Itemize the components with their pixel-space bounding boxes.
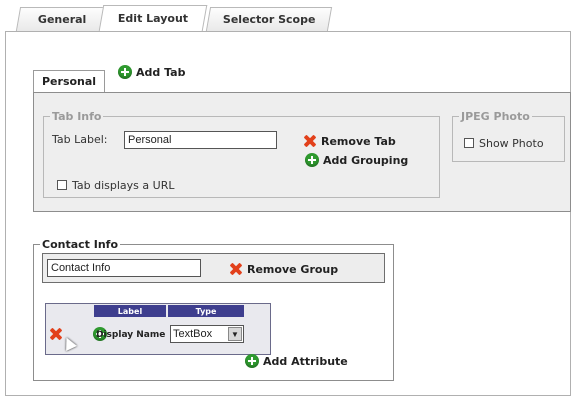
jpeg-photo-legend: JPEG Photo [461,110,530,123]
attribute-type-value: TextBox [173,328,213,340]
attribute-type-select[interactable]: TextBox ▼ [170,325,244,343]
add-icon [305,153,319,167]
add-grouping-label: Add Grouping [323,153,409,167]
add-grouping-button[interactable]: Add Grouping [305,153,408,167]
contact-info-legend: Contact Info [42,238,119,251]
tab-selector-scope-label: Selector Scope [222,13,316,26]
remove-tab-button[interactable]: Remove Tab [303,134,396,148]
remove-group-label: Remove Group [247,262,339,276]
remove-tab-label: Remove Tab [321,134,396,148]
add-icon [118,65,132,79]
attribute-label-cell: Display Name [96,330,166,340]
add-tab-button[interactable]: Add Tab [118,65,185,79]
grid-header-type-text: Type [195,306,217,316]
add-attribute-button[interactable]: Add Attribute [245,354,348,368]
tab-general-label: General [37,13,87,26]
tab-displays-url-checkbox[interactable] [57,180,67,190]
jpeg-photo-fieldset: JPEG Photo [452,110,565,162]
remove-icon [303,134,317,148]
inner-tab-personal-label: Personal [42,75,97,88]
group-name-input[interactable] [47,259,201,277]
tab-edit-layout-label: Edit Layout [117,12,188,25]
tab-label-caption: Tab Label: [52,133,108,146]
grid-header-type: Type [168,305,244,317]
show-photo-label: Show Photo [479,137,544,150]
inner-tab-personal[interactable]: Personal [33,70,106,92]
grid-header-label-text: Label [117,306,143,316]
tab-edit-layout[interactable]: Edit Layout [98,5,208,31]
remove-group-button[interactable]: Remove Group [229,262,338,276]
tab-displays-url-label: Tab displays a URL [72,179,175,192]
tab-general[interactable]: General [15,7,109,31]
tab-label-input[interactable] [124,131,277,149]
tab-info-legend: Tab Info [52,110,102,123]
add-attribute-label: Add Attribute [263,354,348,368]
add-icon [245,354,259,368]
tab-selector-scope[interactable]: Selector Scope [205,7,333,31]
chevron-down-icon: ▼ [228,327,242,341]
remove-icon [229,262,243,276]
grid-header-label: Label [94,305,166,317]
add-tab-label: Add Tab [136,65,186,79]
show-photo-checkbox[interactable] [464,138,474,148]
